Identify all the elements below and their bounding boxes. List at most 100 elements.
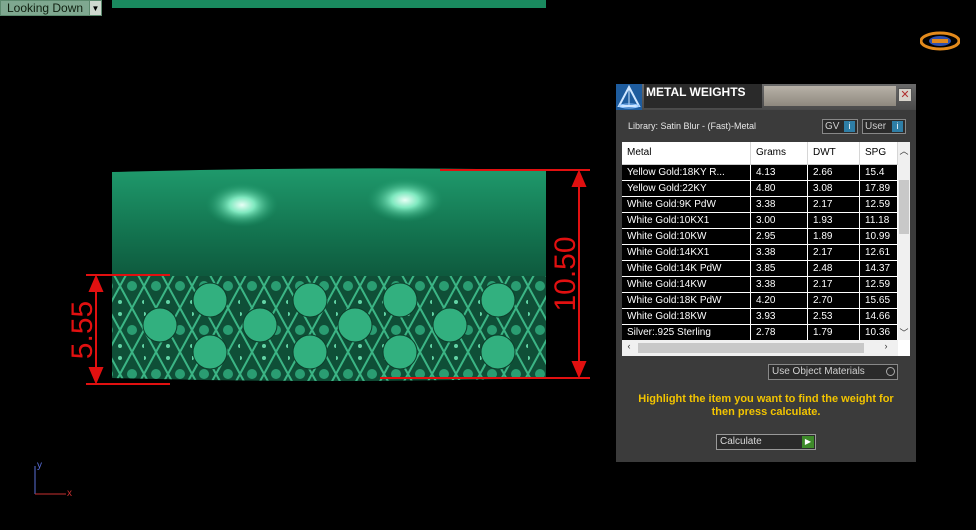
cell-spg: 12.59 [860, 277, 898, 292]
table-row[interactable]: White Gold:10KW 2.95 1.89 10.99 [622, 229, 898, 245]
table-row[interactable]: White Gold:10KX1 3.00 1.93 11.18 [622, 213, 898, 229]
user-toggle-label: User [865, 121, 887, 132]
cell-metal: White Gold:14KW [622, 277, 751, 292]
cell-grams: 2.78 [751, 325, 808, 340]
cell-dwt: 2.53 [808, 309, 860, 324]
cell-metal: White Gold:14KX1 [622, 245, 751, 260]
table-row[interactable]: White Gold:18K PdW 4.20 2.70 15.65 [622, 293, 898, 309]
cell-dwt: 2.48 [808, 261, 860, 276]
metal-weights-panel: METAL WEIGHTS ✕ Library: Satin Blur - (F… [616, 84, 916, 462]
library-label: Library: Satin Blur - (Fast)-Metal [628, 121, 757, 131]
cell-grams: 2.95 [751, 229, 808, 244]
cell-spg: 12.59 [860, 197, 898, 212]
cell-metal: White Gold:10KX1 [622, 213, 751, 228]
cell-spg: 10.36 [860, 325, 898, 340]
table-row[interactable]: White Gold:14KW 3.38 2.17 12.59 [622, 277, 898, 293]
view-name-label: Looking Down [7, 1, 84, 15]
cell-spg: 15.4 [860, 165, 898, 180]
use-object-materials-toggle[interactable]: Use Object Materials [768, 364, 898, 380]
cell-dwt: 1.79 [808, 325, 860, 340]
table-row[interactable]: White Gold:18KW 3.93 2.53 14.66 [622, 309, 898, 325]
model-top-edge [112, 0, 546, 8]
horizontal-scrollbar[interactable]: ‹ › [622, 340, 898, 356]
cell-grams: 4.13 [751, 165, 808, 180]
vertical-scrollbar[interactable]: ︿ ﹀ [898, 142, 910, 340]
panel-title: METAL WEIGHTS [644, 84, 762, 108]
cell-spg: 10.99 [860, 229, 898, 244]
table-row[interactable]: White Gold:14K PdW 3.85 2.48 14.37 [622, 261, 898, 277]
calculate-button[interactable]: Calculate ▶ [716, 434, 816, 450]
view-name-dropdown[interactable]: Looking Down ▼ [0, 0, 102, 16]
dimension-height-label: 10.50 [549, 236, 582, 311]
cell-dwt: 2.66 [808, 165, 860, 180]
scroll-down-icon[interactable]: ﹀ [898, 326, 910, 339]
cell-metal: White Gold:10KW [622, 229, 751, 244]
cell-spg: 14.66 [860, 309, 898, 324]
cell-grams: 3.85 [751, 261, 808, 276]
axis-y-label: y [37, 460, 42, 471]
cell-metal: Yellow Gold:22KY [622, 181, 751, 196]
info-icon: i [892, 121, 903, 132]
table-header: Metal Grams DWT SPG [622, 142, 898, 165]
pyramid-icon [616, 84, 642, 110]
cell-metal: White Gold:18K PdW [622, 293, 751, 308]
cell-dwt: 2.17 [808, 197, 860, 212]
cell-grams: 3.38 [751, 245, 808, 260]
cell-metal: White Gold:18KW [622, 309, 751, 324]
instruction-text: Highlight the item you want to find the … [638, 393, 894, 418]
scroll-left-icon[interactable]: ‹ [623, 341, 635, 351]
cell-dwt: 1.89 [808, 229, 860, 244]
cell-metal: White Gold:9K PdW [622, 197, 751, 212]
cell-metal: White Gold:14K PdW [622, 261, 751, 276]
metal-table[interactable]: Metal Grams DWT SPG Yellow Gold:18KY R..… [622, 142, 910, 356]
table-row[interactable]: Silver:.925 Sterling 2.78 1.79 10.36 [622, 325, 898, 341]
user-toggle[interactable]: User i [862, 119, 906, 134]
vertical-scroll-thumb[interactable] [899, 180, 909, 234]
scroll-right-icon[interactable]: › [880, 341, 892, 351]
cell-grams: 3.93 [751, 309, 808, 324]
gv-toggle[interactable]: GV i [822, 119, 858, 134]
cell-dwt: 1.93 [808, 213, 860, 228]
column-header-dwt[interactable]: DWT [808, 142, 860, 164]
calculate-label: Calculate [720, 436, 762, 447]
table-row[interactable]: Yellow Gold:22KY 4.80 3.08 17.89 [622, 181, 898, 197]
chevron-down-icon[interactable]: ▼ [89, 1, 101, 15]
cell-spg: 11.18 [860, 213, 898, 228]
horizontal-scroll-thumb[interactable] [638, 343, 864, 353]
cell-grams: 3.38 [751, 197, 808, 212]
cell-spg: 17.89 [860, 181, 898, 196]
use-object-materials-label: Use Object Materials [772, 366, 865, 377]
cell-dwt: 2.17 [808, 277, 860, 292]
info-icon: i [844, 121, 855, 132]
cell-grams: 4.20 [751, 293, 808, 308]
dimension-width-label: 5.55 [66, 301, 99, 359]
column-header-grams[interactable]: Grams [751, 142, 808, 164]
cell-grams: 4.80 [751, 181, 808, 196]
table-row[interactable]: White Gold:14KX1 3.38 2.17 12.61 [622, 245, 898, 261]
cell-grams: 3.00 [751, 213, 808, 228]
radio-indicator-icon [886, 367, 895, 376]
gv-toggle-label: GV [825, 121, 840, 132]
cell-metal: Yellow Gold:18KY R... [622, 165, 751, 180]
cell-metal: Silver:.925 Sterling [622, 325, 751, 340]
close-icon[interactable]: ✕ [898, 88, 912, 102]
table-row[interactable]: Yellow Gold:18KY R... 4.13 2.66 15.4 [622, 165, 898, 181]
cell-spg: 15.65 [860, 293, 898, 308]
column-header-spg[interactable]: SPG [860, 142, 898, 164]
axis-x-label: x [67, 488, 72, 499]
cell-spg: 12.61 [860, 245, 898, 260]
cell-dwt: 2.17 [808, 245, 860, 260]
cell-grams: 3.38 [751, 277, 808, 292]
cell-dwt: 3.08 [808, 181, 860, 196]
play-arrow-icon: ▶ [802, 436, 814, 448]
titlebar-fill [764, 86, 896, 106]
column-header-metal[interactable]: Metal [622, 142, 751, 164]
table-row[interactable]: White Gold:9K PdW 3.38 2.17 12.59 [622, 197, 898, 213]
scroll-up-icon[interactable]: ︿ [898, 144, 910, 157]
cell-spg: 14.37 [860, 261, 898, 276]
model-band-top [112, 168, 546, 276]
table-body: Yellow Gold:18KY R... 4.13 2.66 15.4 Yellow… [622, 165, 898, 341]
panel-titlebar[interactable]: METAL WEIGHTS ✕ [616, 84, 916, 110]
cell-dwt: 2.70 [808, 293, 860, 308]
app-logo-icon [920, 31, 960, 51]
